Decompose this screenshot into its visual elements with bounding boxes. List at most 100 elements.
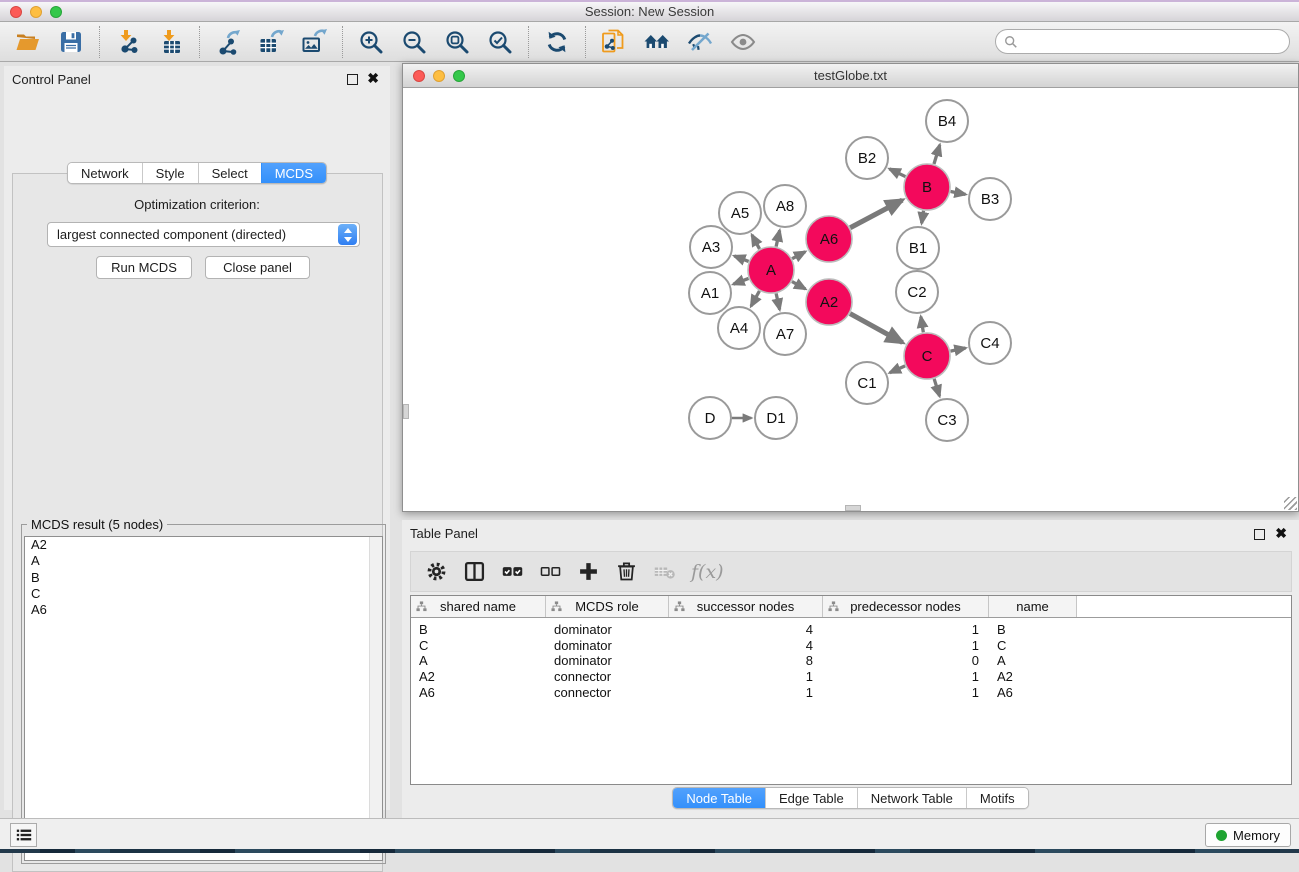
edge-B-B3[interactable] [951,191,966,194]
node-C4[interactable]: C4 [969,322,1011,364]
select-all-checkboxes-button[interactable] [499,559,525,585]
edge-A6-B[interactable] [850,200,902,228]
cell-shared-name[interactable]: A [411,653,546,669]
refresh-button[interactable] [542,27,572,57]
tab-mcds[interactable]: MCDS [261,163,326,183]
edge-A-A4[interactable] [751,291,759,306]
result-item[interactable]: A [25,553,382,569]
network-canvas[interactable]: B4B2BB3A5A8A6B1A3AA1C2A2A4A7C4CC1C3DD1 [403,88,1298,511]
criterion-select[interactable]: largest connected component (directed) [47,222,360,247]
mcds-result-list[interactable]: A2ABCA6 [24,536,383,861]
table-row[interactable]: Cdominator41C [411,638,1291,654]
column-header-successor-nodes[interactable]: successor nodes [669,596,823,617]
edge-A-A8[interactable] [776,230,780,246]
node-B4[interactable]: B4 [926,100,968,142]
table-tab-node-table[interactable]: Node Table [673,788,765,808]
cell-predecessor-nodes[interactable]: 0 [823,653,989,669]
node-B3[interactable]: B3 [969,178,1011,220]
show-panel-button[interactable] [728,27,758,57]
node-C1[interactable]: C1 [846,362,888,404]
node-table[interactable]: shared nameMCDS rolesuccessor nodesprede… [410,595,1292,785]
search-field[interactable] [995,29,1290,54]
node-A2[interactable]: A2 [806,279,852,325]
deselect-all-checkboxes-button[interactable] [537,559,563,585]
table-row[interactable]: A6connector11A6 [411,685,1291,701]
clone-network-button[interactable] [599,27,629,57]
result-item[interactable]: A2 [25,537,382,553]
node-A5[interactable]: A5 [719,192,761,234]
cell-predecessor-nodes[interactable]: 1 [823,669,989,685]
search-input[interactable] [1022,32,1289,52]
edge-C-C4[interactable] [951,348,966,351]
edge-A-A6[interactable] [792,252,805,259]
node-C2[interactable]: C2 [896,271,938,313]
node-A1[interactable]: A1 [689,272,731,314]
zoom-fit-button[interactable] [442,27,472,57]
edge-B-B4[interactable] [934,145,940,164]
edge-C-C1[interactable] [890,366,905,373]
column-header-predecessor-nodes[interactable]: predecessor nodes [823,596,989,617]
open-session-button[interactable] [13,27,43,57]
cell-predecessor-nodes[interactable]: 1 [823,638,989,654]
run-mcds-button[interactable]: Run MCDS [96,256,192,279]
node-B[interactable]: B [904,164,950,210]
node-A8[interactable]: A8 [764,185,806,227]
hide-panel-button[interactable] [685,27,715,57]
export-image-button[interactable] [299,27,329,57]
edge-A-A7[interactable] [776,293,780,309]
cell-name[interactable]: A2 [989,669,1077,685]
import-network-button[interactable] [113,27,143,57]
table-row[interactable]: Adominator80A [411,653,1291,669]
edge-B-B2[interactable] [889,169,905,177]
network-graph[interactable]: B4B2BB3A5A8A6B1A3AA1C2A2A4A7C4CC1C3DD1 [403,88,1298,511]
result-item[interactable]: B [25,570,382,586]
node-C[interactable]: C [904,333,950,379]
cell-successor-nodes[interactable]: 4 [669,622,823,638]
show-columns-button[interactable] [461,559,487,585]
table-tab-network-table[interactable]: Network Table [857,788,966,808]
node-B1[interactable]: B1 [897,227,939,269]
cell-shared-name[interactable]: A2 [411,669,546,685]
table-row[interactable]: A2connector11A2 [411,669,1291,685]
home-button[interactable] [642,27,672,57]
task-history-button[interactable] [10,823,37,847]
cell-name[interactable]: C [989,638,1077,654]
cell-MCDS-role[interactable]: connector [546,685,669,701]
cell-shared-name[interactable]: C [411,638,546,654]
edge-A-A1[interactable] [733,278,748,284]
save-session-button[interactable] [56,27,86,57]
node-D1[interactable]: D1 [755,397,797,439]
float-panel-icon[interactable] [347,74,358,85]
cell-successor-nodes[interactable]: 4 [669,638,823,654]
table-settings-button[interactable] [423,559,449,585]
tab-style[interactable]: Style [142,163,198,183]
resize-grip[interactable] [1284,497,1297,510]
edge-C-C2[interactable] [921,317,923,333]
table-row[interactable]: Bdominator41B [411,622,1291,638]
cell-MCDS-role[interactable]: connector [546,669,669,685]
cell-successor-nodes[interactable]: 1 [669,669,823,685]
column-header-shared-name[interactable]: shared name [411,596,546,617]
cell-shared-name[interactable]: B [411,622,546,638]
result-scrollbar[interactable] [369,537,382,860]
function-builder-button[interactable]: f(x) [691,561,724,583]
delete-column-button[interactable] [613,559,639,585]
close-panel-button[interactable]: Close panel [205,256,310,279]
delete-table-button[interactable] [651,559,677,585]
table-tab-motifs[interactable]: Motifs [966,788,1028,808]
cell-MCDS-role[interactable]: dominator [546,638,669,654]
edge-C-C3[interactable] [934,379,939,396]
node-A[interactable]: A [748,247,794,293]
column-header-name[interactable]: name [989,596,1077,617]
zoom-out-button[interactable] [399,27,429,57]
result-item[interactable]: A6 [25,602,382,618]
left-scroll-stub[interactable] [403,404,409,419]
cell-name[interactable]: A6 [989,685,1077,701]
node-B2[interactable]: B2 [846,137,888,179]
edge-A-A2[interactable] [792,282,805,289]
memory-button[interactable]: Memory [1205,823,1291,847]
zoom-in-button[interactable] [356,27,386,57]
edge-B-B1[interactable] [922,211,924,224]
cell-name[interactable]: B [989,622,1077,638]
node-D[interactable]: D [689,397,731,439]
